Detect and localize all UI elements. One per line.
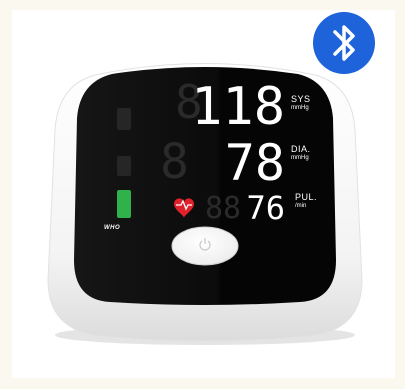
- pul-value: 76: [246, 189, 285, 227]
- pul-unit: /min: [295, 203, 307, 209]
- ghost-digit: 88: [205, 191, 241, 226]
- who-bar: [117, 156, 131, 176]
- dia-label-group: DIA. mmHg: [291, 144, 311, 162]
- sys-reading: 8 118: [175, 75, 285, 137]
- product-image: 8 118 8 78 88 76 SYS mmHg DIA. mmHg PUL.…: [0, 0, 405, 389]
- sys-unit: mmHg: [291, 105, 309, 111]
- dia-label: DIA.: [291, 144, 311, 154]
- power-button[interactable]: [171, 226, 239, 266]
- dia-value: 78: [225, 134, 285, 192]
- who-bar-active: [117, 190, 131, 218]
- who-bar: [117, 108, 131, 130]
- sys-label-group: SYS mmHg: [291, 94, 311, 112]
- ghost-digit: 8: [160, 134, 189, 190]
- pul-label: PUL.: [295, 192, 318, 202]
- who-indicator: [117, 108, 131, 218]
- pul-label-group: PUL. /min: [295, 192, 318, 210]
- who-label: WHO: [104, 225, 121, 231]
- blood-pressure-monitor: 8 118 8 78 88 76: [47, 12, 375, 345]
- sys-value: 118: [191, 77, 285, 137]
- sys-label: SYS: [291, 94, 311, 104]
- dia-unit: mmHg: [291, 155, 309, 161]
- bluetooth-badge: [313, 12, 375, 74]
